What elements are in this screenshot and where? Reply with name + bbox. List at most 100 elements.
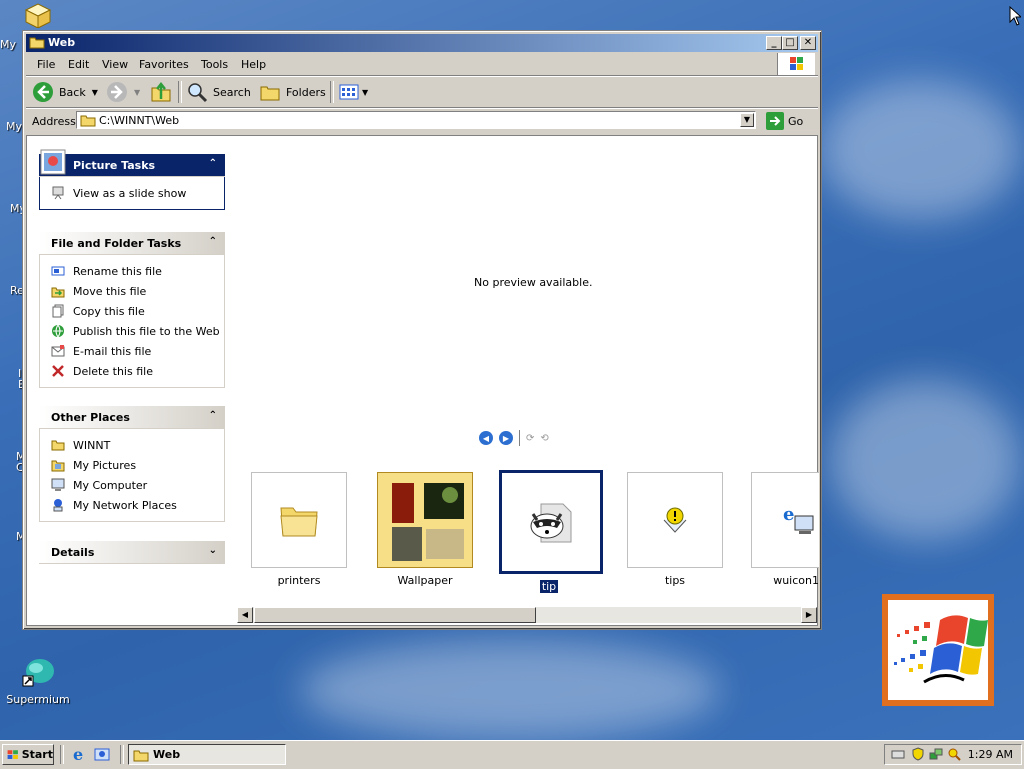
file-folder-tasks-header[interactable]: File and Folder Tasks ⌃ — [39, 232, 225, 255]
go-label: Go — [788, 114, 804, 128]
network-tray-icon[interactable] — [929, 747, 943, 764]
other-places-header[interactable]: Other Places ⌃ — [39, 406, 225, 429]
task-move[interactable]: Move this file — [50, 281, 224, 301]
panel-title: Picture Tasks — [73, 159, 156, 172]
file-item-selected[interactable]: tip — [499, 470, 603, 593]
file-item[interactable]: tips — [627, 472, 723, 587]
place-label: My Network Places — [73, 498, 177, 512]
preview-controls: ◀ ▶ ⟳ ⟲ — [479, 430, 549, 446]
window-titlebar[interactable]: Web _ □ ✕ — [26, 34, 818, 52]
task-label: Copy this file — [73, 304, 145, 318]
folders-label: Folders — [286, 85, 326, 99]
place-my-network-places[interactable]: My Network Places — [50, 495, 224, 515]
expand-chevron-icon[interactable]: ⌄ — [209, 545, 217, 556]
desktop-icon-label-partial[interactable]: My — [6, 120, 22, 133]
scroll-right-button[interactable]: ▶ — [801, 607, 817, 623]
views-button[interactable]: ▼ — [338, 81, 368, 103]
search-label: Search — [213, 85, 251, 99]
folder-thumbnail-icon — [378, 473, 472, 567]
place-my-computer[interactable]: My Computer — [50, 475, 224, 495]
menu-help[interactable]: Help — [241, 58, 266, 71]
search-tray-icon[interactable] — [947, 747, 961, 764]
scroll-left-button[interactable]: ◀ — [237, 607, 253, 623]
up-folder-icon — [151, 81, 171, 102]
details-panel: Details ⌄ — [39, 541, 225, 564]
up-folder-button[interactable] — [150, 81, 172, 103]
task-label: View as a slide show — [73, 186, 187, 200]
supermium-icon — [22, 659, 54, 687]
scrollbar-thumb[interactable] — [254, 607, 536, 623]
chevron-down-icon[interactable]: ▼ — [92, 88, 98, 97]
shield-icon[interactable] — [911, 747, 925, 764]
menu-bar: File Edit View Favorites Tools Help — [26, 53, 818, 76]
forward-arrow-icon — [107, 82, 127, 102]
folders-button[interactable]: Folders — [259, 81, 326, 103]
go-button[interactable]: Go — [766, 112, 803, 130]
mouse-cursor — [1009, 5, 1023, 29]
menu-view[interactable]: View — [102, 58, 128, 71]
folder-icon — [50, 437, 66, 453]
menu-tools[interactable]: Tools — [201, 58, 228, 71]
picture-tasks-header[interactable]: Picture Tasks ⌃ — [39, 149, 225, 177]
cloud — [820, 80, 1020, 220]
place-winnt[interactable]: WINNT — [50, 435, 224, 455]
windows-flag-icon — [790, 57, 803, 70]
place-my-pictures[interactable]: My Pictures — [50, 455, 224, 475]
file-name: printers — [277, 574, 321, 587]
publish-web-icon — [50, 323, 66, 339]
menu-favorites[interactable]: Favorites — [139, 58, 189, 71]
collapse-chevron-icon[interactable]: ⌃ — [209, 158, 217, 169]
address-field[interactable]: C:\WINNT\Web ▼ — [76, 111, 756, 129]
minimize-icon: _ — [771, 37, 777, 48]
task-copy[interactable]: Copy this file — [50, 301, 224, 321]
file-item[interactable]: printers — [251, 472, 347, 587]
details-header[interactable]: Details ⌄ — [39, 541, 225, 564]
collapse-chevron-icon[interactable]: ⌃ — [209, 410, 217, 421]
taskbar-clock[interactable]: 1:29 AM — [968, 748, 1013, 761]
my-documents-icon[interactable] — [24, 2, 52, 29]
rotate-counterclockwise-icon[interactable]: ⟲ — [540, 433, 548, 444]
other-places-panel: Other Places ⌃ WINNT My Pictures My Comp… — [39, 406, 225, 522]
folder-icon — [29, 35, 45, 49]
chevron-down-icon[interactable]: ▼ — [134, 88, 140, 97]
folders-icon — [260, 86, 280, 101]
next-image-button[interactable]: ▶ — [499, 431, 513, 445]
taskbar-button-web[interactable]: Web — [128, 744, 286, 765]
minimize-button[interactable]: _ — [766, 36, 782, 50]
close-button[interactable]: ✕ — [800, 36, 816, 50]
task-email[interactable]: E-mail this file — [50, 341, 224, 361]
maximize-button[interactable]: □ — [782, 36, 798, 50]
collapse-chevron-icon[interactable]: ⌃ — [209, 236, 217, 247]
forward-button[interactable]: ▼ — [106, 81, 140, 103]
task-view-slideshow[interactable]: View as a slide show — [50, 183, 224, 203]
address-dropdown-button[interactable]: ▼ — [740, 113, 754, 127]
keyboard-icon[interactable] — [891, 747, 905, 764]
window-title: Web — [48, 36, 76, 49]
explorer-window[interactable]: Web _ □ ✕ File Edit View Favorites Tools… — [22, 30, 822, 630]
desktop-icon-label-partial[interactable]: My — [0, 38, 16, 51]
panel-title: Other Places — [51, 411, 130, 424]
task-rename[interactable]: Rename this file — [50, 261, 224, 281]
quick-launch-outlook-icon[interactable] — [94, 746, 110, 762]
back-button[interactable]: Back ▼ — [32, 81, 98, 103]
search-button[interactable]: Search — [186, 81, 251, 103]
quick-launch-ie-icon[interactable]: e — [72, 745, 88, 764]
desktop-icon-supermium[interactable]: Supermium — [0, 656, 76, 706]
task-delete[interactable]: Delete this file — [50, 361, 224, 381]
rotate-clockwise-icon[interactable]: ⟳ — [526, 433, 534, 444]
previous-image-button[interactable]: ◀ — [479, 431, 493, 445]
panel-title: File and Folder Tasks — [51, 237, 182, 250]
address-label: Address — [32, 115, 76, 128]
file-item[interactable]: e wuicon1 — [751, 472, 819, 587]
task-publish[interactable]: Publish this file to the Web — [50, 321, 224, 341]
computer-icon — [50, 477, 66, 493]
svg-text:e: e — [73, 746, 83, 762]
chevron-down-icon[interactable]: ▼ — [362, 88, 368, 97]
start-button[interactable]: Start — [2, 744, 54, 765]
copy-icon — [50, 303, 66, 319]
file-item[interactable]: Wallpaper — [377, 472, 473, 587]
horizontal-scrollbar[interactable]: ◀ ▶ — [237, 607, 817, 623]
menu-file[interactable]: File — [37, 58, 55, 71]
folder-view[interactable]: Picture Tasks ⌃ View as a slide show Fil… — [26, 135, 819, 626]
menu-edit[interactable]: Edit — [68, 58, 89, 71]
